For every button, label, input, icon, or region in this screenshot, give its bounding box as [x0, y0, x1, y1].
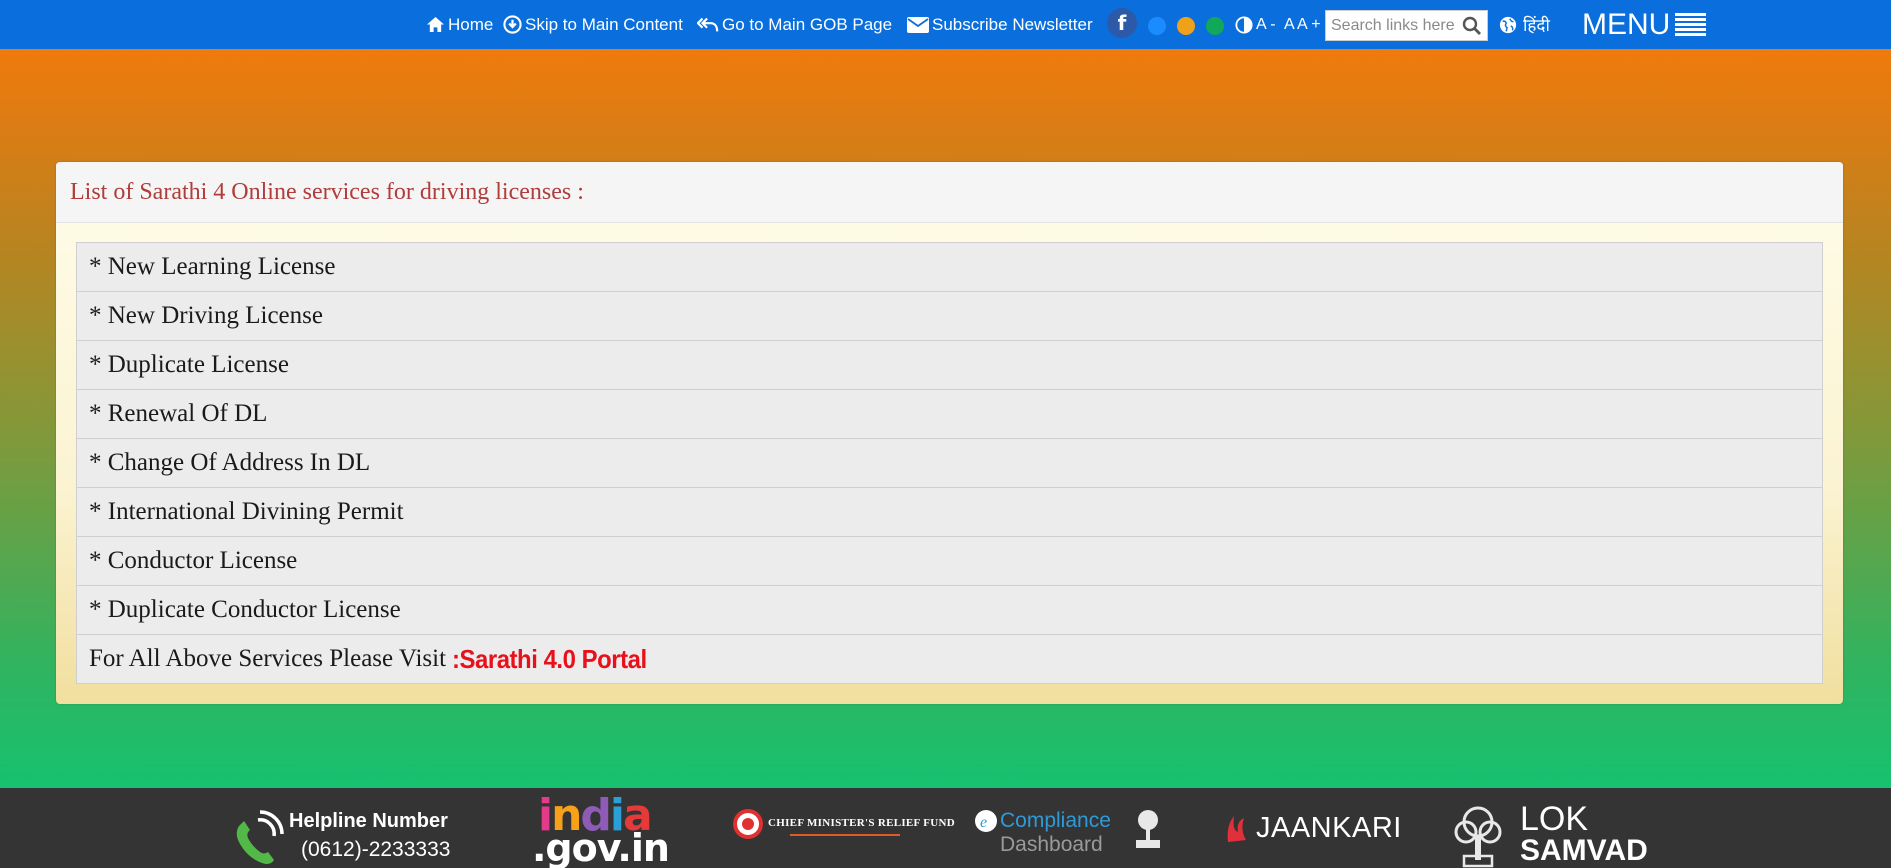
cm-relief-fund-text: CHIEF MINISTER'S RELIEF FUND: [768, 817, 955, 829]
list-item-new-driving-license: * New Driving License: [77, 292, 1822, 341]
go-to-gob-page-link[interactable]: Go to Main GOB Page: [697, 0, 892, 49]
ecompliance-dashboard-text: Dashboard: [1000, 833, 1103, 856]
ecompliance-text: Compliance: [1000, 809, 1111, 832]
footer-logo-bar: Helpline Number (0612)-2233333 india ind…: [0, 788, 1891, 868]
list-item-duplicate-conductor-license: * Duplicate Conductor License: [77, 586, 1822, 635]
sarathi-portal-link[interactable]: :Sarathi 4.0 Portal: [452, 644, 647, 675]
jaankari-text: JAANKARI: [1256, 812, 1402, 844]
top-navigation-bar: Home Skip to Main Content Go to Main GOB…: [0, 0, 1891, 49]
panel-title: List of Sarathi 4 Online services for dr…: [70, 178, 584, 205]
visit-text: For All Above Services Please Visit: [89, 645, 447, 672]
skip-label: Skip to Main Content: [525, 14, 683, 34]
home-label: Home: [448, 14, 494, 34]
globe-icon: [1499, 16, 1517, 33]
emblem-icon: [733, 809, 763, 839]
list-item-international-permit: * International Divining Permit: [77, 488, 1822, 537]
contrast-toggle[interactable]: [1235, 0, 1256, 49]
bihar-emblem-icon: [1136, 810, 1160, 848]
font-normal-button[interactable]: A: [1284, 0, 1295, 49]
download-circle-icon: [503, 15, 522, 34]
font-increase-button[interactable]: A +: [1297, 0, 1321, 49]
search-icon[interactable]: [1461, 16, 1483, 36]
phone-icon: [236, 810, 284, 864]
services-panel: List of Sarathi 4 Online services for dr…: [56, 162, 1843, 704]
helpline-title: Helpline Number: [289, 810, 448, 832]
envelope-icon: [907, 16, 929, 33]
list-item-visit-portal: For All Above Services Please Visit :Sar…: [77, 635, 1822, 684]
language-toggle[interactable]: हिंदी: [1499, 0, 1550, 49]
india-gov-bottom: .gov.in: [532, 826, 670, 868]
language-label: हिंदी: [1523, 16, 1550, 35]
list-item-duplicate-license: * Duplicate License: [77, 341, 1822, 390]
menu-label: MENU: [1582, 7, 1671, 41]
gob-label: Go to Main GOB Page: [722, 14, 893, 34]
list-item-renewal-of-dl: * Renewal Of DL: [77, 390, 1822, 439]
search-input[interactable]: [1326, 11, 1461, 40]
cm-underline: [790, 834, 900, 836]
home-link[interactable]: Home: [426, 0, 493, 49]
helpline-number: (0612)-2233333: [301, 838, 451, 861]
facebook-glyph: f: [1117, 11, 1127, 35]
subscribe-newsletter-link[interactable]: Subscribe Newsletter: [907, 0, 1093, 49]
panel-header: List of Sarathi 4 Online services for dr…: [56, 162, 1843, 223]
search-box: [1325, 10, 1488, 41]
list-item-change-of-address: * Change Of Address In DL: [77, 439, 1822, 488]
list-item-conductor-license: * Conductor License: [77, 537, 1822, 586]
theme-orange-button[interactable]: [1177, 17, 1195, 35]
tree-emblem-icon: [1454, 806, 1502, 868]
font-decrease-button[interactable]: A -: [1256, 0, 1276, 49]
menu-button[interactable]: MENU: [1582, 0, 1709, 49]
reply-all-icon: [697, 17, 719, 31]
jaankari-flame-icon: [1227, 816, 1246, 842]
theme-blue-button[interactable]: [1148, 17, 1166, 35]
home-icon: [427, 16, 444, 33]
contrast-icon: [1235, 15, 1253, 34]
theme-green-button[interactable]: [1206, 17, 1224, 35]
skip-to-main-content-link[interactable]: Skip to Main Content: [503, 0, 683, 49]
samvad-text: SAMVAD: [1520, 834, 1648, 867]
hamburger-icon: [1675, 12, 1707, 36]
e-logo-icon: e: [975, 810, 997, 832]
newsletter-label: Subscribe Newsletter: [932, 14, 1093, 34]
facebook-icon[interactable]: f: [1107, 8, 1137, 38]
services-list: * New Learning License * New Driving Lic…: [76, 242, 1823, 684]
svg-text:e: e: [980, 814, 987, 831]
list-item-new-learning-license: * New Learning License: [77, 243, 1822, 292]
